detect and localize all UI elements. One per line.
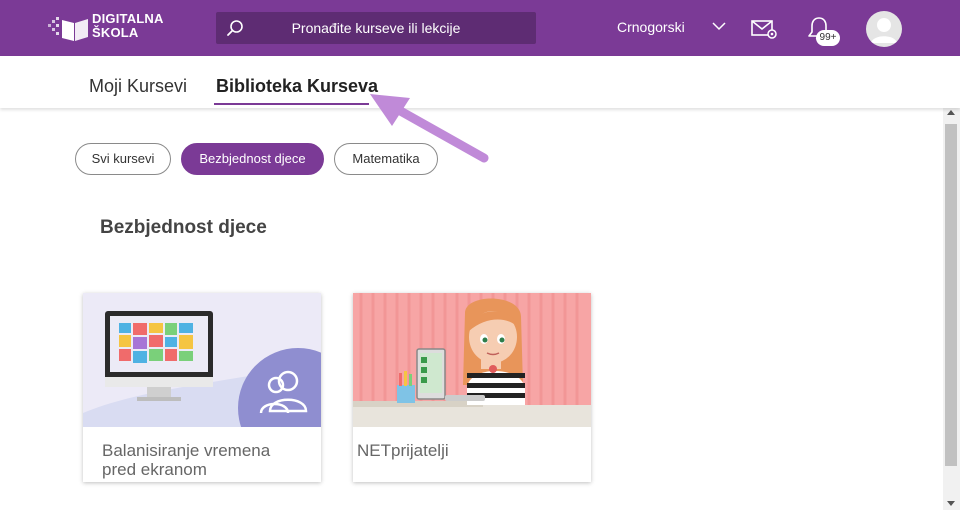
digitalna-skola-logo[interactable]: DIGITALNA ŠKOLA — [48, 12, 178, 44]
language-selector[interactable]: Crnogorski — [617, 19, 685, 35]
course-card[interactable]: NETprijatelji — [353, 293, 591, 482]
girl-with-laptop-illustration — [353, 293, 591, 427]
user-icon — [871, 18, 897, 43]
logo-text: DIGITALNA ŠKOLA — [92, 11, 164, 40]
section-title: Bezbjednost djece — [100, 217, 267, 238]
scroll-thumb[interactable] — [945, 124, 957, 466]
top-bar: DIGITALNA ŠKOLA Pronađite kurseve ili le… — [0, 0, 960, 56]
vertical-scrollbar[interactable] — [943, 108, 960, 510]
search-placeholder: Pronađite kurseve ili lekcije — [291, 20, 461, 36]
course-card[interactable]: Balanisiranje vremena pred ekranom — [83, 293, 321, 482]
chevron-down-icon[interactable] — [712, 21, 726, 31]
filter-chip-bezbjednost-djece[interactable]: Bezbjednost djece — [181, 143, 324, 175]
scroll-up-arrow-icon[interactable] — [947, 110, 955, 115]
scroll-down-arrow-icon[interactable] — [947, 501, 955, 506]
tab-biblioteka-kurseva[interactable]: Biblioteka Kurseva — [216, 76, 378, 97]
avatar[interactable] — [866, 11, 902, 47]
notification-badge: 99+ — [816, 30, 840, 46]
search-input[interactable]: Pronađite kurseve ili lekcije — [216, 12, 536, 44]
filter-chip-svi-kursevi[interactable]: Svi kursevi — [75, 143, 171, 175]
annotation-arrow — [370, 94, 489, 163]
card-title[interactable]: Balanisiranje vremena pred ekranom — [102, 441, 302, 479]
monitor-illustration — [83, 293, 321, 427]
card-title[interactable]: NETprijatelji — [357, 441, 557, 460]
book-logo-icon — [48, 17, 88, 41]
tab-moji-kursevi[interactable]: Moji Kursevi — [89, 76, 187, 97]
mail-settings-icon[interactable] — [751, 18, 777, 40]
active-tab-indicator — [214, 103, 369, 105]
